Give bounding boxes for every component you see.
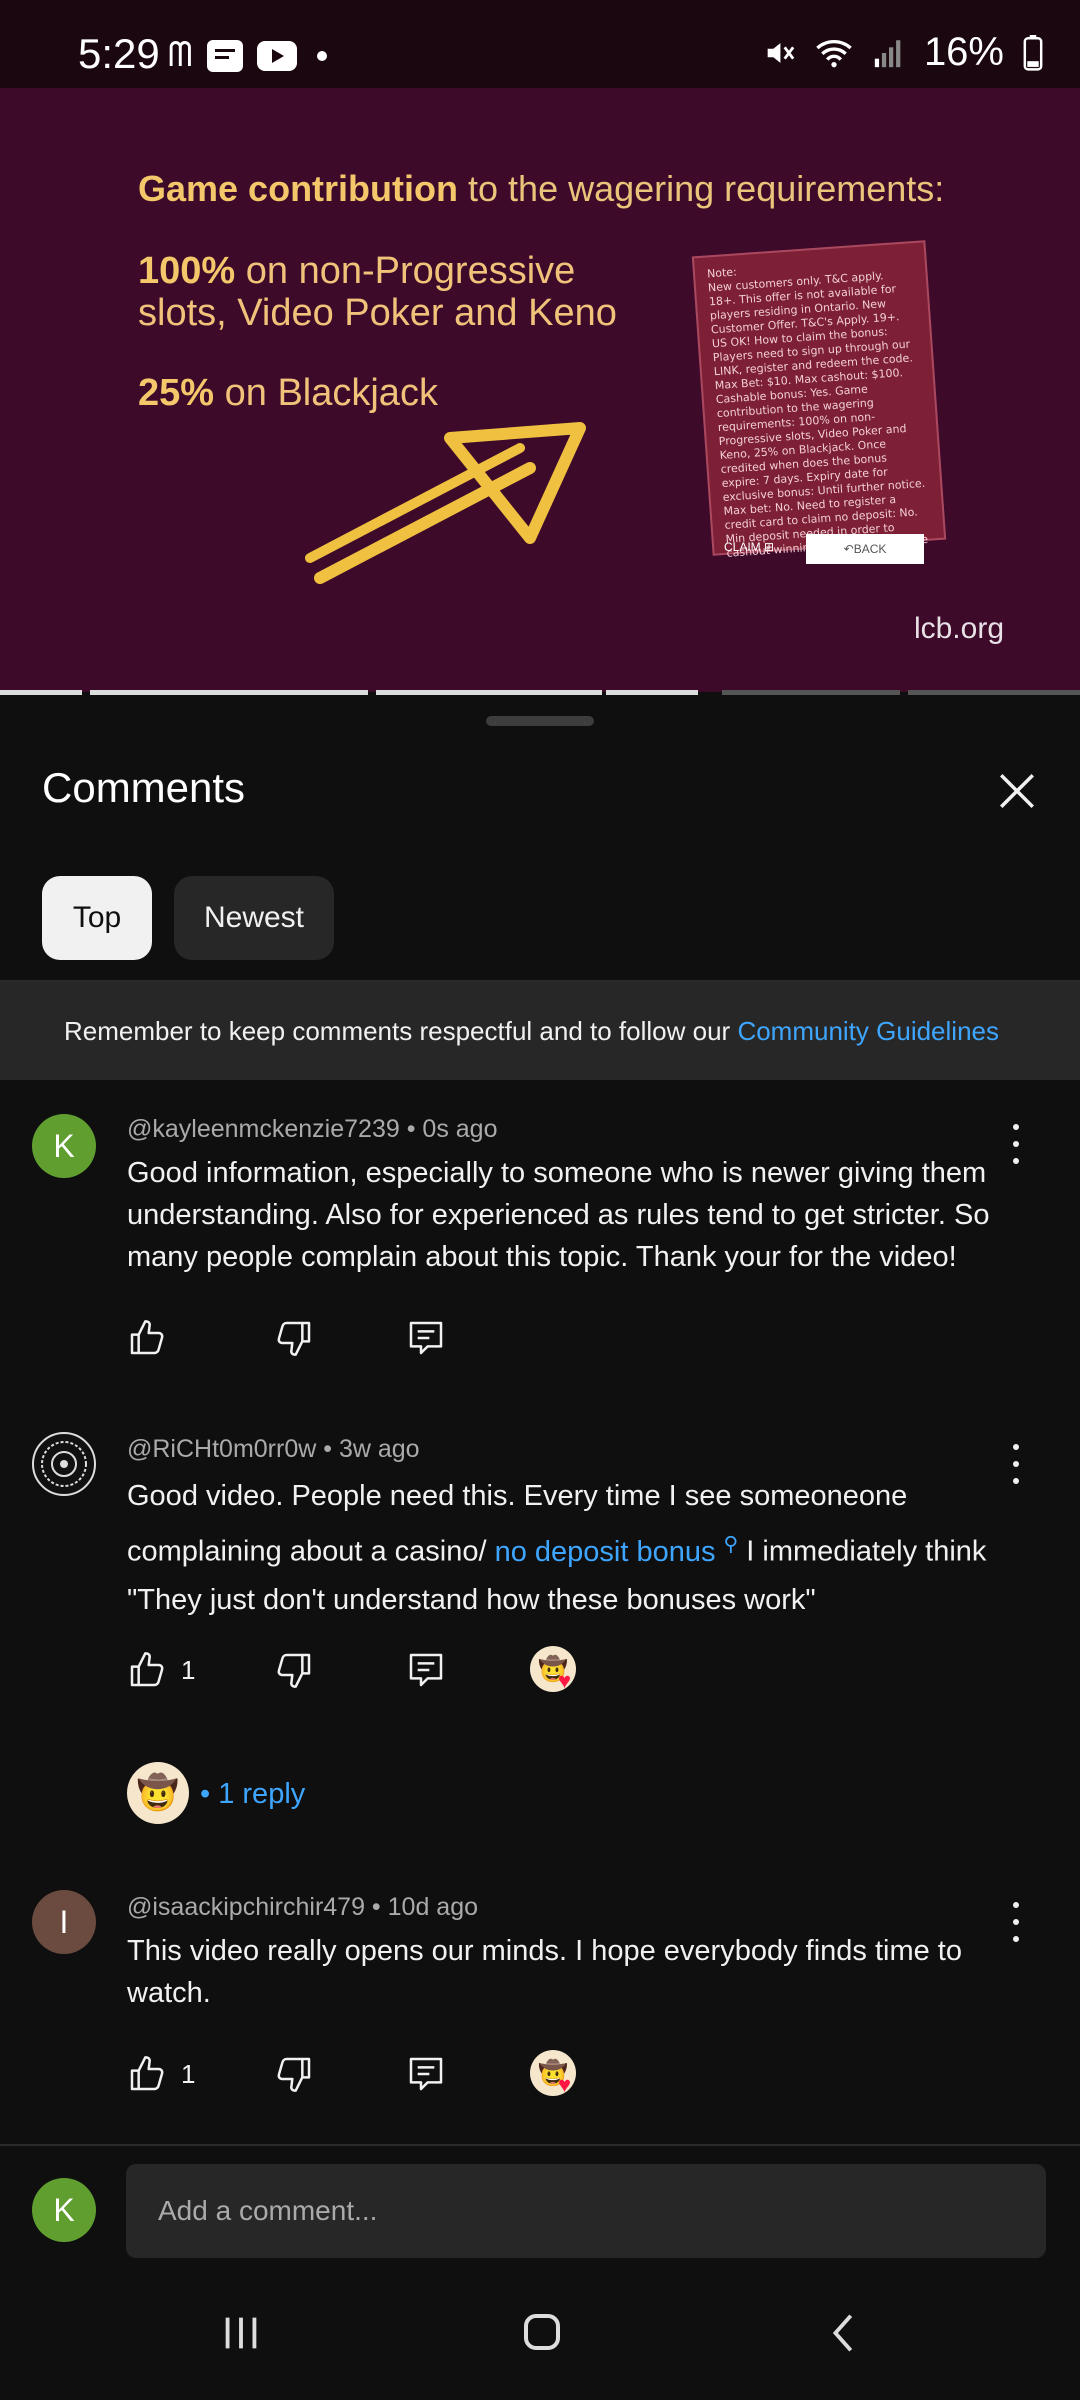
reply-button[interactable] xyxy=(406,1318,446,1358)
search-icon: ⚲ xyxy=(723,1533,739,1555)
sheet-drag-handle[interactable] xyxy=(486,716,594,726)
thumbs-down-icon xyxy=(277,2057,311,2092)
comment-author[interactable]: @isaackipchirchir479 xyxy=(127,1893,365,1921)
thumbs-down-icon xyxy=(277,1321,311,1356)
heart-icon: ♥ xyxy=(558,2072,572,2097)
comment-meta: @kayleenmckenzie7239 • 0s ago xyxy=(127,1115,498,1143)
recent-apps-icon[interactable] xyxy=(218,2310,264,2356)
comment-text: Good information, especially to someone … xyxy=(127,1157,990,1273)
comments-title: Comments xyxy=(42,764,246,811)
like-count: 1 xyxy=(181,1654,196,1685)
m-icon: ᗰ xyxy=(168,36,193,74)
dot-icon xyxy=(316,50,327,61)
thumbs-up-icon xyxy=(130,2056,164,2091)
tab-newest[interactable]: Newest xyxy=(174,876,334,960)
creator-heart-badge: 🤠 ♥ xyxy=(530,1646,590,1702)
dislike-button[interactable] xyxy=(274,2054,314,2094)
mute-icon xyxy=(767,42,795,63)
dislike-button[interactable] xyxy=(274,1318,314,1358)
video-line-2: slots, Video Poker and Keno xyxy=(138,292,617,334)
avatar[interactable]: I xyxy=(32,1890,96,1954)
thumbs-up-icon xyxy=(130,1320,164,1355)
video-progress-segments xyxy=(0,690,1080,695)
video-heading: Game contribution to the wagering requir… xyxy=(138,168,945,209)
search-suggestion-link[interactable]: no deposit bonus ⚲ xyxy=(495,1533,739,1568)
comment-time: 3w ago xyxy=(338,1435,420,1463)
reply-button[interactable] xyxy=(406,1650,446,1690)
bonus-terms-card: Note: New customers only. T&C apply. 18+… xyxy=(691,240,947,560)
wifi-icon xyxy=(816,39,852,67)
like-button[interactable]: 1 xyxy=(127,2054,195,2094)
back-label: ↶ BACK xyxy=(806,534,924,564)
avatar[interactable]: K xyxy=(32,1114,96,1178)
battery-icon xyxy=(1023,34,1043,71)
add-comment-input[interactable] xyxy=(126,2164,1046,2258)
comment-meta: @isaackipchirchir479 • 10d ago xyxy=(127,1893,479,1921)
avatar[interactable] xyxy=(32,1432,96,1496)
reply-comment-icon xyxy=(409,1653,443,1687)
dislike-button[interactable] xyxy=(274,1650,314,1690)
video-brand: lcb.org xyxy=(913,612,1004,645)
gift-icon: ⊞ xyxy=(764,540,775,554)
status-left-icons: ᗰ xyxy=(168,36,327,75)
arrow-graphic xyxy=(305,422,586,584)
comment-author[interactable]: @RiCHt0m0rr0w xyxy=(127,1435,316,1463)
comment-text: This video really opens our minds. I hop… xyxy=(127,1935,962,2009)
message-icon xyxy=(206,39,243,72)
youtube-icon xyxy=(256,40,297,71)
status-time: 5:29 xyxy=(78,30,160,77)
claim-label: CLAIM ⊞ xyxy=(724,540,775,554)
close-icon[interactable] xyxy=(996,770,1038,812)
battery-percent: 16% xyxy=(923,30,1004,74)
guidelines-text: Remember to keep comments respectful and… xyxy=(64,1015,738,1046)
video-player[interactable]: Game contribution to the wagering requir… xyxy=(0,88,1080,692)
thumbs-down-icon xyxy=(277,1653,311,1688)
reply-comment-icon xyxy=(409,2057,443,2091)
community-guidelines-link[interactable]: Community Guidelines xyxy=(737,1016,999,1046)
heart-icon: ♥ xyxy=(558,1668,572,1693)
comment-author[interactable]: @kayleenmckenzie7239 xyxy=(127,1115,400,1143)
view-replies-link[interactable]: • 1 reply xyxy=(200,1778,305,1811)
thumbs-up-icon xyxy=(130,1652,164,1687)
guidelines-notice: Remember to keep comments respectful and… xyxy=(0,982,1080,1080)
tab-top[interactable]: Top xyxy=(42,876,152,960)
status-bar: 5:29 ᗰ 16% xyxy=(0,0,1080,88)
creator-heart-badge: 🤠 ♥ xyxy=(530,2050,590,2106)
comment-time: 0s ago xyxy=(422,1115,498,1143)
reply-comment-icon xyxy=(409,1321,443,1355)
comment-text: Good video. People need this. Every time… xyxy=(127,1480,987,1616)
home-icon[interactable] xyxy=(518,2308,566,2356)
status-right-icons: 16% xyxy=(762,30,1044,75)
back-arrow-icon: ↶ xyxy=(843,542,854,556)
emblem-avatar-icon xyxy=(41,1441,87,1487)
composer-avatar: K xyxy=(32,2178,96,2242)
like-count: 1 xyxy=(181,2058,196,2089)
creator-avatar: 🤠 xyxy=(127,1762,189,1824)
comment-time: 10d ago xyxy=(387,1893,479,1921)
signal-icon xyxy=(874,39,901,67)
back-icon[interactable] xyxy=(822,2310,868,2356)
system-navigation-bar xyxy=(0,2270,1080,2400)
video-line-1: 100% on non-Progressive xyxy=(138,250,576,292)
reply-button[interactable] xyxy=(406,2054,446,2094)
bonus-terms-text: Note: New customers only. T&C apply. 18+… xyxy=(706,265,929,560)
comment-meta: @RiCHt0m0rr0w • 3w ago xyxy=(127,1435,420,1463)
like-button[interactable] xyxy=(127,1318,167,1358)
like-button[interactable]: 1 xyxy=(127,1650,195,1690)
